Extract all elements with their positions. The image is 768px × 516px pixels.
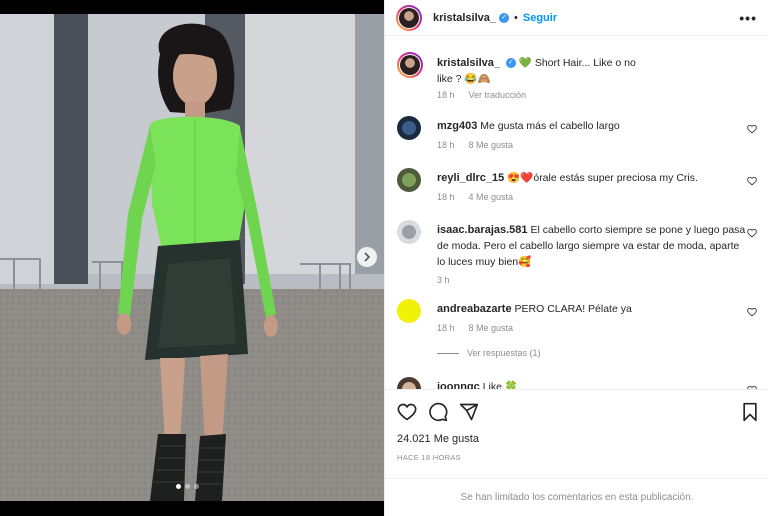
comment-time: 3 h: [437, 275, 450, 285]
carousel-dot: [194, 484, 199, 489]
carousel-dot: [176, 484, 181, 489]
heart-icon[interactable]: [747, 228, 757, 238]
comment-likes[interactable]: 8 Me gusta: [469, 140, 514, 150]
comment-username[interactable]: reyli_dlrc_15: [437, 172, 504, 184]
view-replies-label: Ver respuestas (1): [467, 348, 541, 358]
verified-badge-icon: ✓: [499, 13, 509, 23]
commenter-avatar[interactable]: [397, 220, 421, 244]
commenter-avatar[interactable]: [397, 299, 421, 323]
share-icon[interactable]: [459, 402, 479, 422]
post-sidebar: kristalsilva_ ✓ • Seguir ••• kristalsilv…: [384, 0, 768, 516]
replies-divider: [437, 352, 459, 354]
translate-link[interactable]: Ver traducción: [469, 90, 527, 100]
heart-icon[interactable]: [397, 402, 417, 422]
comment-username[interactable]: joonngc: [437, 381, 480, 389]
commenter-avatar[interactable]: [397, 168, 421, 192]
comment-icon[interactable]: [428, 402, 448, 422]
comment-likes[interactable]: 8 Me gusta: [469, 323, 514, 333]
follow-button[interactable]: Seguir: [523, 12, 557, 24]
commenter-avatar[interactable]: [397, 377, 421, 389]
likes-count[interactable]: 24.021 Me gusta: [397, 433, 479, 445]
caption-avatar[interactable]: [397, 52, 423, 78]
comment-username[interactable]: mzg403: [437, 120, 477, 132]
comment-time: 18 h: [437, 323, 455, 333]
post-photo: [0, 14, 384, 501]
view-replies-button[interactable]: Ver respuestas (1): [437, 348, 541, 358]
carousel-indicator: [176, 484, 199, 489]
heart-icon[interactable]: [747, 307, 757, 317]
caption-username[interactable]: kristalsilva_: [437, 57, 500, 69]
comments-list[interactable]: kristalsilva_ ✓ 💚 Short Hair... Like o n…: [385, 44, 768, 389]
heart-icon[interactable]: [747, 176, 757, 186]
header-separator: •: [514, 12, 518, 24]
post-header: kristalsilva_ ✓ • Seguir •••: [385, 0, 768, 36]
more-options-icon[interactable]: •••: [739, 10, 757, 26]
comments-limited-notice: Se han limitado los comentarios en esta …: [385, 478, 768, 516]
comment-username[interactable]: andreabazarte: [437, 303, 512, 315]
comment-text: 😍❤️órale estás super preciosa my Cris.: [507, 172, 698, 184]
comment-time: 18 h: [437, 192, 455, 202]
chevron-right-icon: [364, 252, 371, 262]
heart-icon[interactable]: [747, 124, 757, 134]
bookmark-icon[interactable]: [741, 402, 759, 422]
verified-badge-icon: ✓: [505, 58, 516, 69]
comment-likes[interactable]: 4 Me gusta: [469, 192, 514, 202]
comment-text: Me gusta más el cabello largo: [480, 120, 620, 132]
comment-text: PERO CLARA! Pélate ya: [514, 303, 632, 315]
author-username[interactable]: kristalsilva_: [433, 12, 496, 24]
post-timestamp: HACE 18 HORAS: [397, 453, 461, 462]
commenter-avatar[interactable]: [397, 116, 421, 140]
carousel-dot: [185, 484, 190, 489]
author-avatar[interactable]: [396, 5, 422, 31]
next-photo-button[interactable]: [357, 247, 377, 267]
comment-username[interactable]: isaac.barajas.581: [437, 224, 528, 236]
post-actions: 24.021 Me gusta HACE 18 HORAS: [385, 389, 768, 479]
post-media[interactable]: [0, 0, 384, 516]
caption-time: 18 h: [437, 90, 455, 100]
comment-time: 18 h: [437, 140, 455, 150]
comment-text: Like 🍀: [482, 381, 518, 389]
